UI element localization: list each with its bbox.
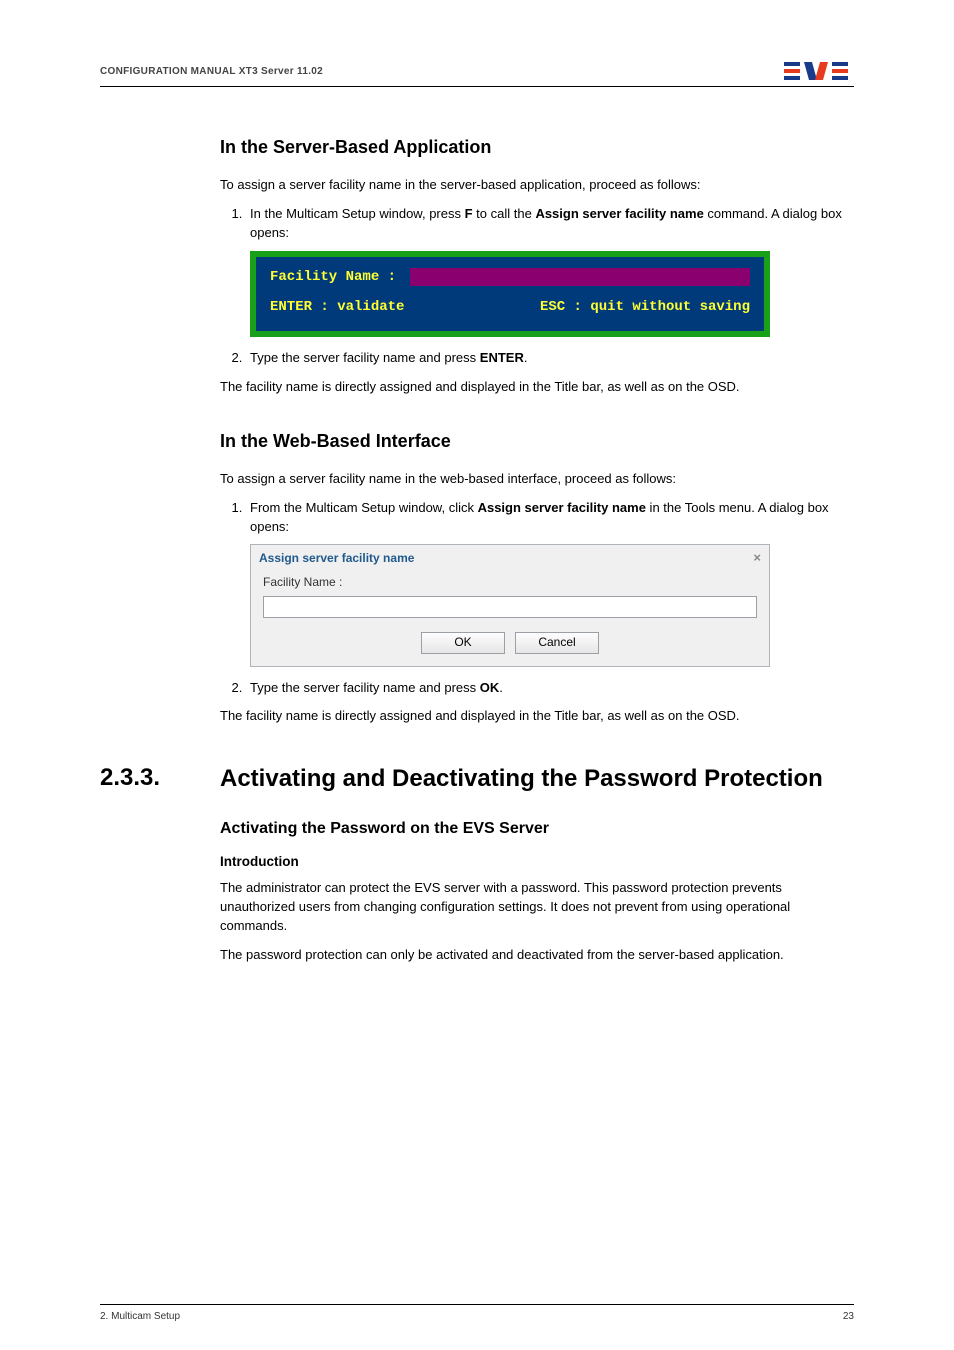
server-based-outro: The facility name is directly assigned a… bbox=[220, 378, 854, 397]
text: . bbox=[524, 350, 528, 365]
section-233: 2.3.3. Activating and Deactivating the P… bbox=[100, 764, 854, 794]
key-ok: OK bbox=[480, 680, 500, 695]
key-f: F bbox=[465, 206, 473, 221]
heading-web-based: In the Web-Based Interface bbox=[220, 431, 854, 452]
cmd-assign: Assign server facility name bbox=[535, 206, 703, 221]
section-number: 2.3.3. bbox=[100, 764, 194, 792]
dialog-facility-input[interactable] bbox=[263, 596, 757, 618]
terminal-enter-hint: ENTER : validate bbox=[270, 297, 404, 317]
heading-introduction: Introduction bbox=[220, 854, 854, 869]
footer-left: 2. Multicam Setup bbox=[100, 1311, 180, 1322]
section-title: Activating and Deactivating the Password… bbox=[220, 764, 823, 794]
cmd-assign-web: Assign server facility name bbox=[478, 500, 646, 515]
footer-page-number: 23 bbox=[843, 1311, 854, 1322]
close-icon[interactable]: × bbox=[753, 549, 761, 568]
web-based-steps: From the Multicam Setup window, click As… bbox=[220, 499, 854, 698]
server-based-intro: To assign a server facility name in the … bbox=[220, 176, 854, 195]
assign-facility-dialog: Assign server facility name × Facility N… bbox=[250, 544, 770, 666]
text: to call the bbox=[473, 206, 536, 221]
web-based-intro: To assign a server facility name in the … bbox=[220, 470, 854, 489]
heading-activating-password: Activating the Password on the EVS Serve… bbox=[220, 820, 854, 838]
text: Type the server facility name and press bbox=[250, 350, 480, 365]
server-based-step-1: In the Multicam Setup window, press F to… bbox=[246, 205, 854, 337]
web-based-step-1: From the Multicam Setup window, click As… bbox=[246, 499, 854, 667]
text: . bbox=[499, 680, 503, 695]
text: Type the server facility name and press bbox=[250, 680, 480, 695]
dialog-facility-label: Facility Name : bbox=[263, 574, 757, 591]
header-title: CONFIGURATION MANUAL XT3 Server 11.02 bbox=[100, 66, 323, 77]
ok-button[interactable]: OK bbox=[421, 632, 505, 654]
page-footer: 2. Multicam Setup 23 bbox=[100, 1304, 854, 1322]
password-intro-1: The administrator can protect the EVS se… bbox=[220, 879, 854, 936]
web-based-step-2: Type the server facility name and press … bbox=[246, 679, 854, 698]
web-based-outro: The facility name is directly assigned a… bbox=[220, 707, 854, 726]
terminal-esc-hint: ESC : quit without saving bbox=[540, 297, 750, 317]
evs-logo-icon bbox=[784, 60, 854, 82]
page-header: CONFIGURATION MANUAL XT3 Server 11.02 bbox=[100, 60, 854, 87]
terminal-dialog: Facility Name : ENTER : validate ESC : q… bbox=[250, 251, 770, 338]
terminal-facility-input[interactable] bbox=[410, 268, 750, 286]
text: In the Multicam Setup window, press bbox=[250, 206, 465, 221]
text: From the Multicam Setup window, click bbox=[250, 500, 478, 515]
key-enter: ENTER bbox=[480, 350, 524, 365]
server-based-step-2: Type the server facility name and press … bbox=[246, 349, 854, 368]
server-based-steps: In the Multicam Setup window, press F to… bbox=[220, 205, 854, 368]
heading-server-based: In the Server-Based Application bbox=[220, 137, 854, 158]
cancel-button-label: Cancel bbox=[538, 634, 575, 651]
evs-logo bbox=[784, 60, 854, 82]
password-intro-2: The password protection can only be acti… bbox=[220, 946, 854, 965]
cancel-button[interactable]: Cancel bbox=[515, 632, 599, 654]
terminal-facility-label: Facility Name : bbox=[270, 267, 396, 287]
dialog-title: Assign server facility name bbox=[259, 550, 414, 567]
ok-button-label: OK bbox=[454, 634, 471, 651]
